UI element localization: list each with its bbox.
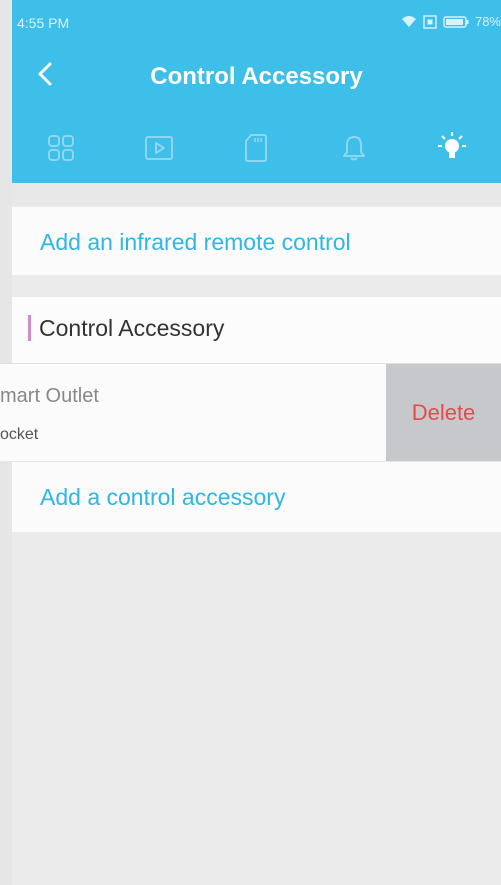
section-header: Control Accessory xyxy=(12,297,501,363)
status-time: 4:55 PM xyxy=(17,15,70,31)
bell-icon xyxy=(341,134,367,167)
light-bulb-icon xyxy=(435,131,469,170)
tab-accessories[interactable] xyxy=(403,125,501,175)
wifi-icon xyxy=(401,15,417,28)
app-screen: 4:55 PM 78% Control Accessory Add an inf… xyxy=(0,0,501,885)
page-title: Control Accessory xyxy=(150,63,363,90)
sim-icon xyxy=(423,14,437,29)
status-icons: 78% xyxy=(401,14,501,29)
add-infrared-remote-button[interactable]: Add an infrared remote control xyxy=(12,207,501,275)
tab-playback[interactable] xyxy=(110,125,208,175)
sd-card-icon xyxy=(244,133,268,168)
tab-storage[interactable] xyxy=(208,125,306,175)
battery-icon xyxy=(443,15,469,28)
header: 4:55 PM 78% Control Accessory xyxy=(12,0,501,183)
add-control-accessory-label: Add a control accessory xyxy=(40,484,286,510)
delete-button[interactable]: Delete xyxy=(386,364,501,461)
play-video-icon xyxy=(144,135,174,166)
battery-percent: 78% xyxy=(474,14,501,29)
accessory-type: ocket xyxy=(0,426,39,443)
tab-alerts[interactable] xyxy=(305,125,403,175)
accessory-list-item[interactable]: mart Outlet ocket Delete xyxy=(0,364,501,461)
accessory-name: mart Outlet xyxy=(0,385,99,407)
section-title: Control Accessory xyxy=(39,315,225,341)
add-control-accessory-button[interactable]: Add a control accessory xyxy=(12,462,501,532)
tab-bar xyxy=(12,125,501,175)
add-infrared-remote-label: Add an infrared remote control xyxy=(40,229,351,255)
status-bar: 4:55 PM 78% xyxy=(12,0,501,40)
section-marker xyxy=(28,315,31,341)
tab-devices[interactable] xyxy=(12,125,110,175)
grid-icon xyxy=(47,134,75,167)
spacer-band xyxy=(12,183,501,205)
title-bar: Control Accessory xyxy=(12,45,501,107)
